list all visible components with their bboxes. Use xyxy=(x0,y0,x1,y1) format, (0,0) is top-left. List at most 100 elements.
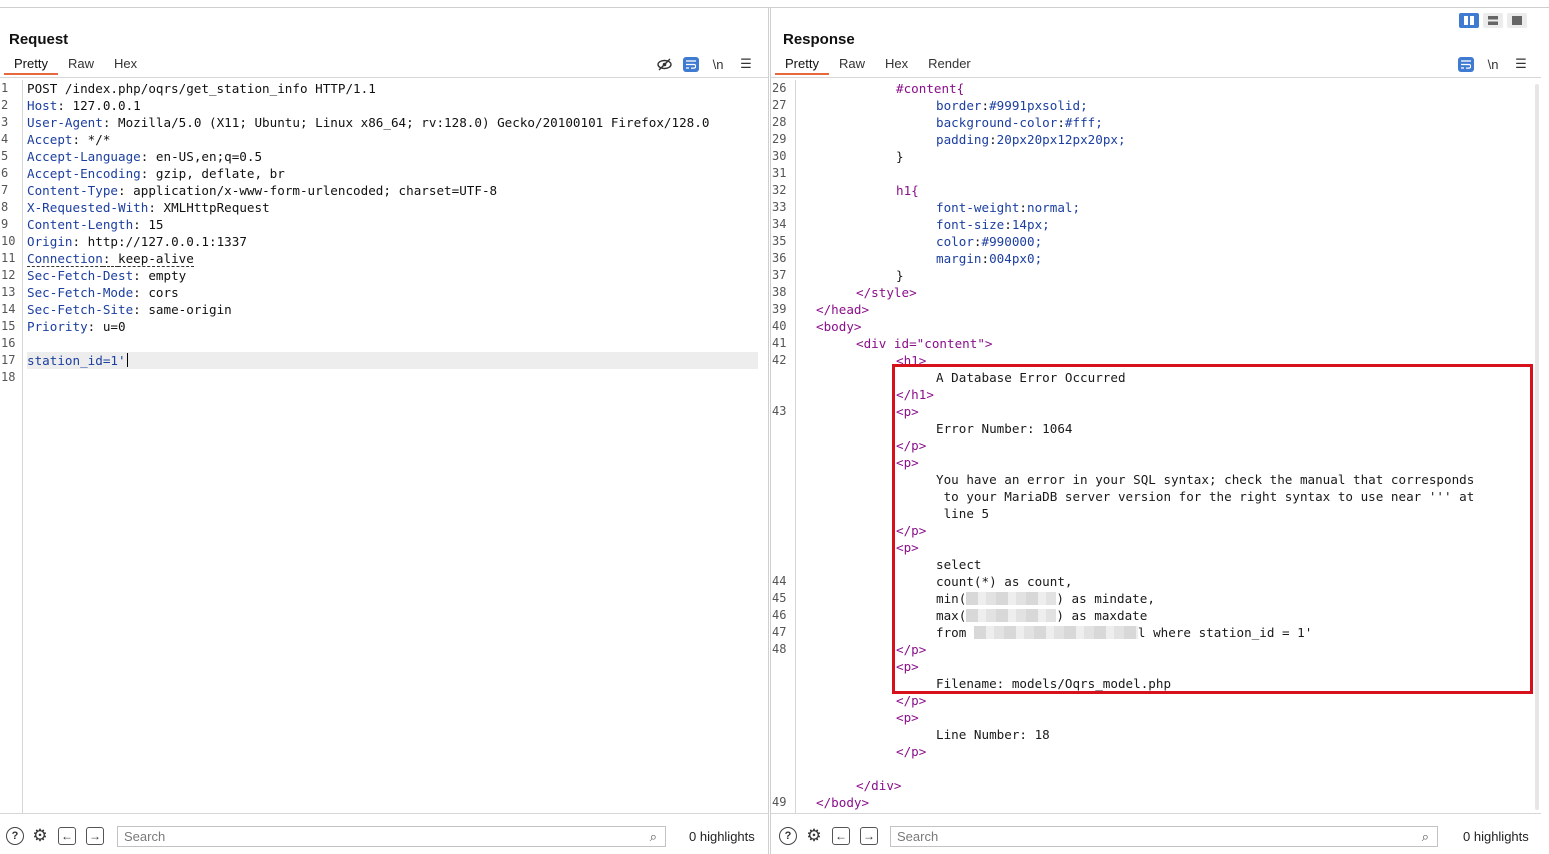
request-line: Priority: u=0 xyxy=(27,319,126,334)
response-tab-divider xyxy=(771,77,1541,78)
css-property: font-size xyxy=(936,217,1005,232)
line-number: 28 xyxy=(772,115,787,129)
html-tag: </body> xyxy=(816,795,870,810)
sql-query-line: ) as mindate, xyxy=(1056,591,1155,606)
html-tag: </p> xyxy=(896,642,927,657)
line-number: 36 xyxy=(772,251,787,265)
newline-toggle-button[interactable]: \n xyxy=(709,56,727,72)
css-value: 004px0; xyxy=(989,251,1043,266)
header-value: u=0 xyxy=(102,319,126,334)
header-name: Content-Type xyxy=(27,183,118,198)
header-value: 127.0.0.1 xyxy=(72,98,141,113)
line-number: 29 xyxy=(772,132,787,146)
sql-query-line: select xyxy=(936,557,982,572)
line-number: 13 xyxy=(1,285,16,299)
help-icon[interactable]: ? xyxy=(779,827,797,845)
response-pane: Response Pretty Raw Hex Render \n ☰ 26 27… xyxy=(770,8,1541,854)
request-pane: Request Pretty Raw Hex \n ☰ 1 POST /index… xyxy=(0,8,769,854)
response-bottom-bar: ? ⚙ ← → ⌕ 0 highlights xyxy=(771,813,1541,854)
response-tab-pretty[interactable]: Pretty xyxy=(775,55,829,75)
css-property: margin xyxy=(936,251,982,266)
css-value: #fff; xyxy=(1064,115,1103,130)
help-icon[interactable]: ? xyxy=(6,827,24,845)
css-selector-content: #content{ xyxy=(896,81,965,96)
header-value: empty xyxy=(148,268,187,283)
forward-arrow-icon[interactable]: → xyxy=(86,827,104,845)
line-number: 37 xyxy=(772,268,787,282)
request-search-input[interactable] xyxy=(118,827,612,845)
request-line: Sec-Fetch-Site: same-origin xyxy=(27,302,232,317)
request-text: station_id=1' xyxy=(27,353,126,368)
back-arrow-icon[interactable]: ← xyxy=(832,827,850,845)
response-toolbar: \n ☰ xyxy=(1458,55,1530,73)
gear-icon[interactable]: ⚙ xyxy=(805,826,823,845)
html-tag: </p> xyxy=(896,693,927,708)
response-tab-hex[interactable]: Hex xyxy=(875,55,918,75)
line-number: 11 xyxy=(1,251,16,265)
request-tab-pretty[interactable]: Pretty xyxy=(4,55,58,75)
html-tag: </p> xyxy=(896,744,927,759)
request-tab-hex[interactable]: Hex xyxy=(104,55,147,75)
newline-toggle-button[interactable]: \n xyxy=(1484,56,1502,72)
line-number: 8 xyxy=(1,200,9,214)
request-editor[interactable]: 1 POST /index.php/oqrs/get_station_info H… xyxy=(0,80,768,814)
forward-arrow-icon[interactable]: → xyxy=(860,827,878,845)
html-tag: <p> xyxy=(896,659,919,674)
html-tag: <p> xyxy=(896,710,919,725)
html-tag: </style> xyxy=(856,285,917,300)
line-number: 5 xyxy=(1,149,9,163)
line-number: 16 xyxy=(1,336,16,350)
search-icon: ⌕ xyxy=(649,829,657,844)
request-search-box[interactable]: ⌕ xyxy=(117,826,666,847)
line-number: 2 xyxy=(1,98,9,112)
sql-error-message: to your MariaDB server version for the r… xyxy=(936,489,1475,504)
request-tab-divider xyxy=(0,77,768,78)
request-line: X-Requested-With: XMLHttpRequest xyxy=(27,200,270,215)
html-tag: </p> xyxy=(896,523,927,538)
redacted-text xyxy=(966,592,1057,605)
request-line xyxy=(27,369,768,386)
line-number: 46 xyxy=(772,608,787,622)
request-line: POST /index.php/oqrs/get_station_info HT… xyxy=(27,80,768,97)
response-search-box[interactable]: ⌕ xyxy=(890,826,1438,847)
line-number: 40 xyxy=(772,319,787,333)
line-number: 18 xyxy=(1,370,16,384)
request-tabs: Pretty Raw Hex xyxy=(4,55,147,77)
response-tab-render[interactable]: Render xyxy=(918,55,981,75)
header-name: Sec-Fetch-Site xyxy=(27,302,134,317)
request-line: Accept-Language: en-US,en;q=0.5 xyxy=(27,149,263,164)
css-value: 20px20px12px20px; xyxy=(996,132,1126,147)
request-line: Sec-Fetch-Mode: cors xyxy=(27,285,179,300)
html-tag: <p> xyxy=(896,455,919,470)
response-tab-raw[interactable]: Raw xyxy=(829,55,875,75)
hide-non-printable-icon[interactable] xyxy=(655,56,673,72)
back-arrow-icon[interactable]: ← xyxy=(58,827,76,845)
menu-icon[interactable]: ☰ xyxy=(1512,56,1530,72)
html-tag: </head> xyxy=(816,302,870,317)
request-line: Connection: keep-alive xyxy=(27,251,194,267)
response-search-input[interactable] xyxy=(891,827,1384,845)
sql-query-line: max( xyxy=(936,608,967,623)
error-filename: Filename: models/Oqrs_model.php xyxy=(936,676,1172,691)
gear-icon[interactable]: ⚙ xyxy=(31,826,49,845)
request-text: POST /index.php/oqrs/get_station_info HT… xyxy=(27,81,376,96)
request-line: station_id=1' xyxy=(27,352,758,369)
request-line: Content-Type: application/x-www-form-url… xyxy=(27,183,498,198)
wrap-lines-icon[interactable] xyxy=(1458,56,1474,72)
header-name: Accept-Encoding xyxy=(27,166,141,181)
css-selector-h1: h1{ xyxy=(896,183,919,198)
css-close-brace: } xyxy=(896,268,904,283)
error-heading: A Database Error Occurred xyxy=(936,370,1126,385)
menu-icon[interactable]: ☰ xyxy=(737,56,755,72)
wrap-lines-icon[interactable] xyxy=(683,56,699,72)
request-tab-raw[interactable]: Raw xyxy=(58,55,104,75)
response-scrollbar[interactable] xyxy=(1535,84,1539,810)
response-editor[interactable]: 26 27 28 29 30 31 32 33 34 35 36 37 38 39 40 41 42 43 44 45… xyxy=(771,80,1541,814)
redacted-text xyxy=(973,626,1138,639)
header-name: Content-Length xyxy=(27,217,134,232)
response-title: Response xyxy=(783,31,855,48)
request-line: Host: 127.0.0.1 xyxy=(27,98,141,113)
text-caret xyxy=(126,353,128,367)
request-line: Accept-Encoding: gzip, deflate, br xyxy=(27,166,285,181)
css-value: 14px; xyxy=(1011,217,1050,232)
